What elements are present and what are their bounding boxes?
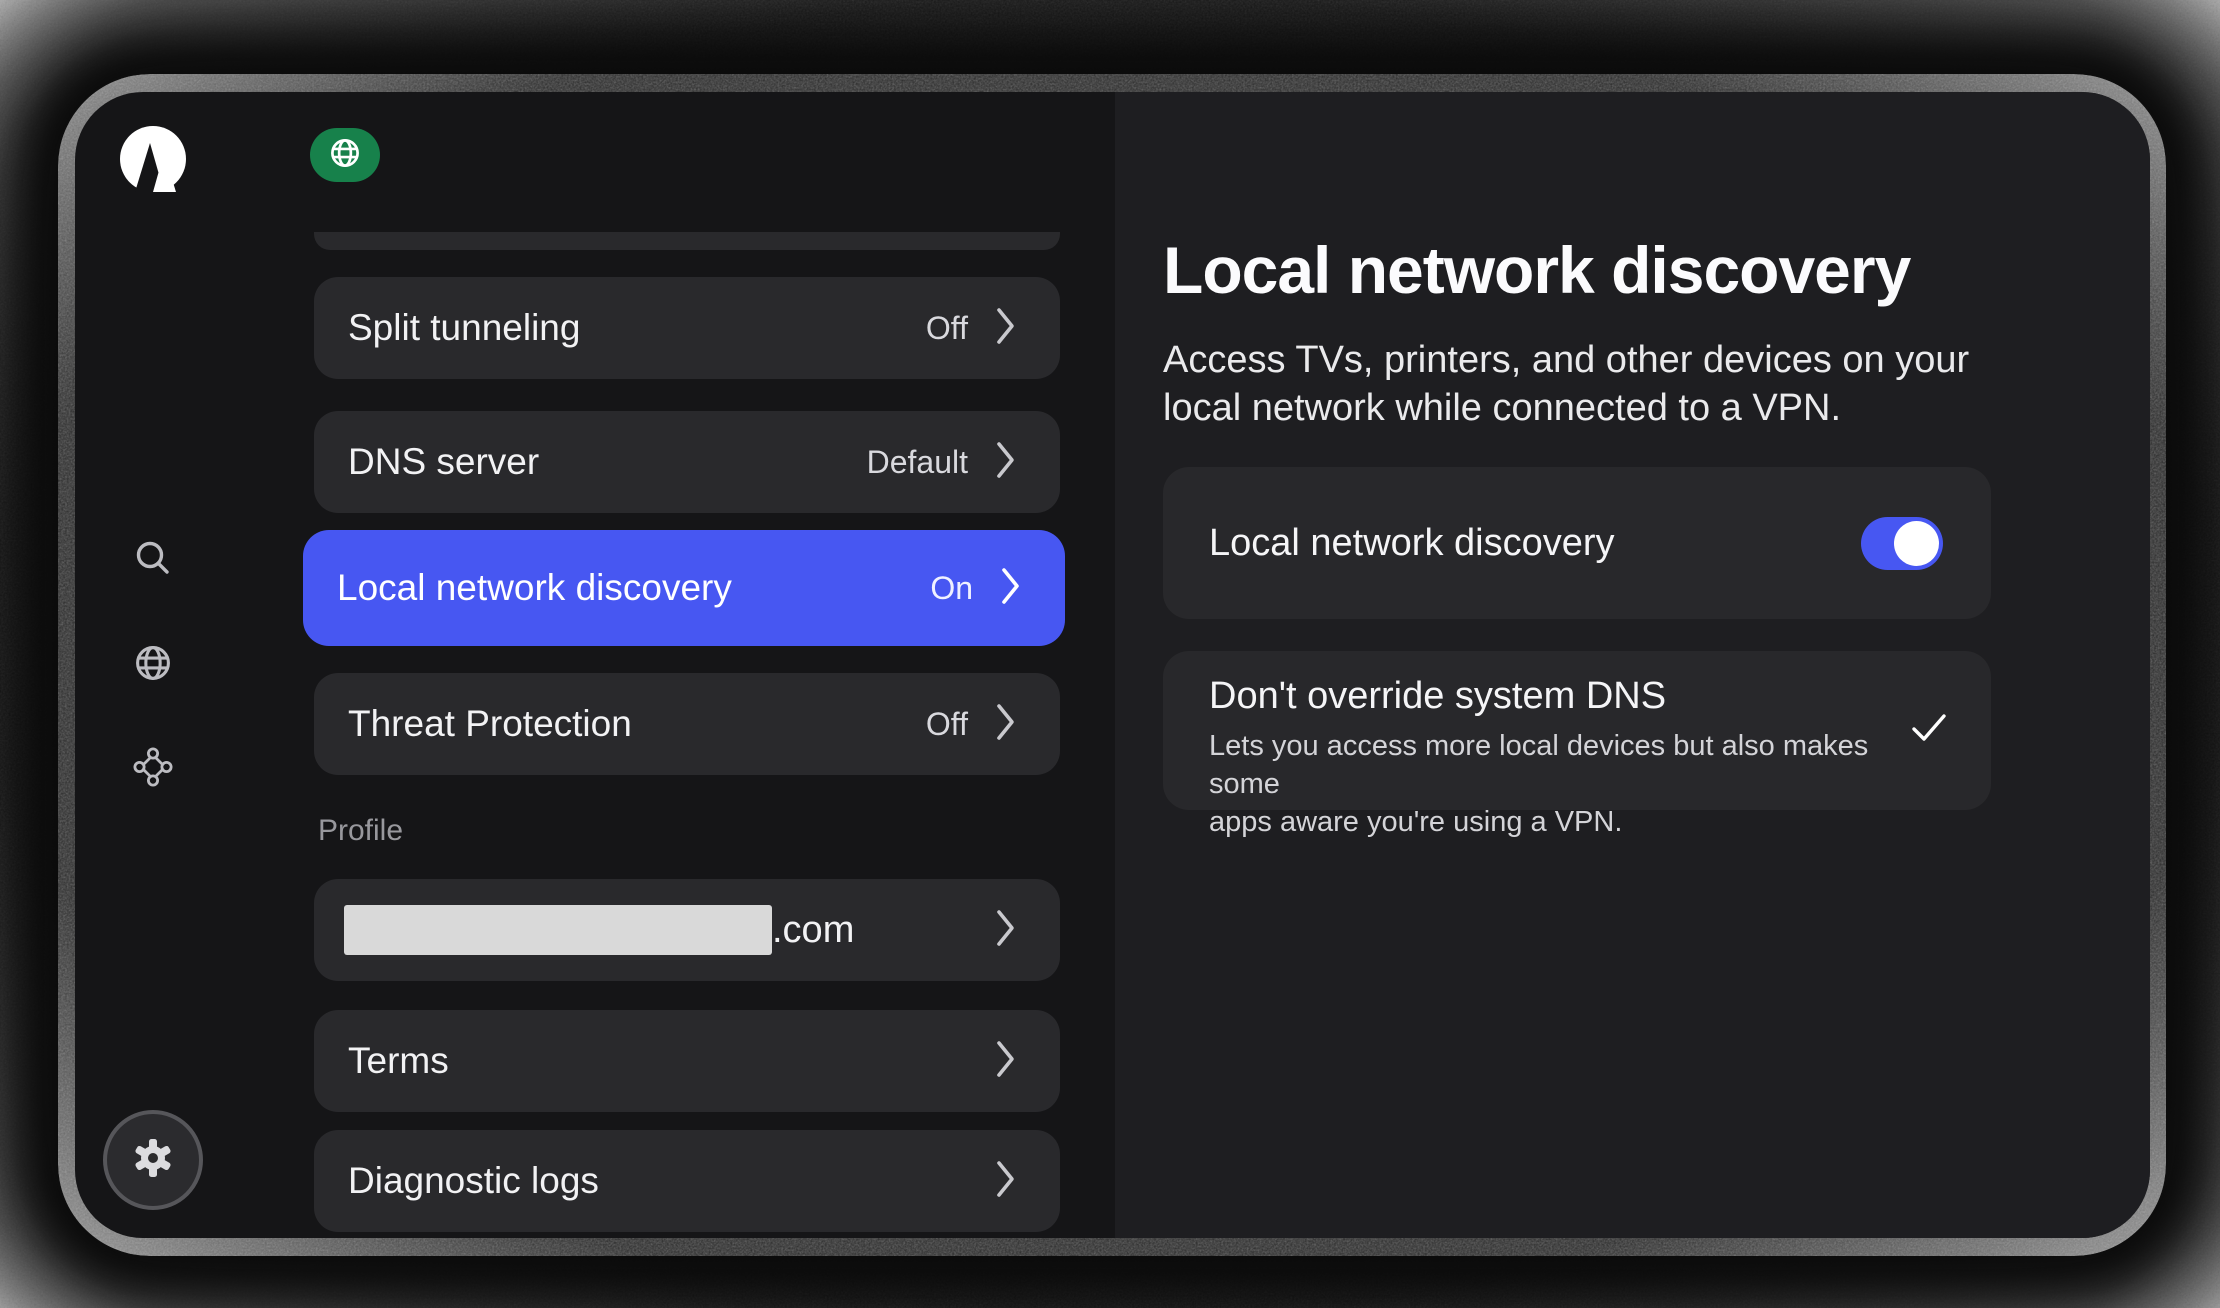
list-item-value: Default — [867, 444, 968, 481]
chevron-right-icon — [996, 1160, 1016, 1203]
devices-mesh-icon[interactable] — [131, 745, 175, 789]
settings-button[interactable] — [103, 1110, 203, 1210]
page-title: Local network discovery — [1163, 232, 1910, 308]
chevron-right-icon — [996, 307, 1016, 350]
list-item-value: Off — [926, 310, 968, 347]
list-item-value: On — [930, 570, 973, 607]
list-item-local-network-discovery[interactable]: Local network discovery On — [303, 530, 1065, 646]
list-item-label: Threat Protection — [348, 703, 926, 745]
list-item-label: Diagnostic logs — [348, 1160, 996, 1202]
chevron-right-icon — [996, 1040, 1016, 1083]
list-item-label: Split tunneling — [348, 307, 926, 349]
list-item-threat-protection[interactable]: Threat Protection Off — [314, 673, 1060, 775]
chevron-right-icon — [1001, 567, 1021, 610]
option-title: Don't override system DNS — [1209, 675, 1881, 718]
connection-status-badge[interactable] — [310, 128, 380, 182]
list-item-label: Local network discovery — [337, 567, 930, 609]
nordvpn-logo — [120, 126, 186, 192]
toggle-label: Local network discovery — [1209, 522, 1861, 565]
list-item-split-tunneling[interactable]: Split tunneling Off — [314, 277, 1060, 379]
toggle-knob — [1894, 521, 1939, 566]
profile-section-label: Profile — [318, 814, 403, 848]
list-item-label: DNS server — [348, 441, 867, 483]
list-item-diagnostic-logs[interactable]: Diagnostic logs — [314, 1130, 1060, 1232]
list-item-value: Off — [926, 706, 968, 743]
local-network-discovery-toggle-card[interactable]: Local network discovery — [1163, 467, 1991, 619]
dont-override-system-dns-option[interactable]: Don't override system DNS Lets you acces… — [1163, 651, 1991, 810]
email-suffix: .com — [772, 909, 854, 952]
list-item-terms[interactable]: Terms — [314, 1010, 1060, 1112]
list-item-label: Terms — [348, 1040, 996, 1082]
list-item-profile-account[interactable]: .com — [314, 879, 1060, 981]
search-icon[interactable] — [131, 536, 175, 580]
app-window: Split tunneling Off DNS server Default L… — [75, 92, 2150, 1238]
option-description: Lets you access more local devices but a… — [1209, 727, 1881, 841]
globe-icon[interactable] — [131, 641, 175, 685]
checkmark-icon — [1911, 713, 1947, 748]
list-item-partial[interactable] — [314, 232, 1060, 250]
globe-icon — [327, 135, 363, 176]
local-network-discovery-toggle[interactable] — [1861, 517, 1943, 570]
chevron-right-icon — [996, 703, 1016, 746]
gear-icon — [129, 1134, 177, 1187]
chevron-right-icon — [996, 441, 1016, 484]
list-item-dns-server[interactable]: DNS server Default — [314, 411, 1060, 513]
redacted-email — [344, 905, 772, 955]
detail-panel: Local network discovery Access TVs, prin… — [1115, 92, 2150, 1238]
chevron-right-icon — [996, 909, 1016, 952]
page-description: Access TVs, printers, and other devices … — [1163, 336, 1993, 432]
